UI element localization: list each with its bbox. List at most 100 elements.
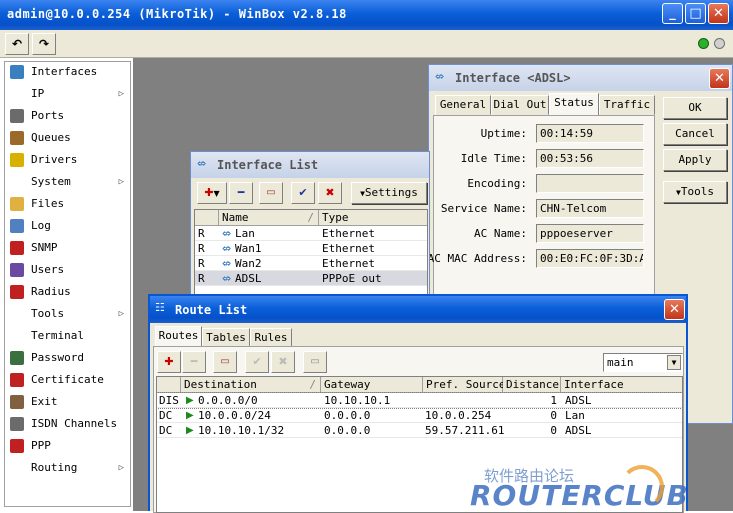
users-icon bbox=[10, 263, 24, 277]
field-label: AC MAC Address: bbox=[427, 252, 527, 265]
apply-button[interactable]: Apply bbox=[663, 149, 727, 171]
routing-table-select[interactable]: main ▼ bbox=[603, 353, 683, 372]
sidebar-item-password[interactable]: Password bbox=[6, 347, 130, 369]
col-header-destination[interactable]: Destination / bbox=[181, 377, 321, 393]
sidebar-item-ip[interactable]: IP ▷ bbox=[6, 83, 130, 105]
tools-dropdown-button[interactable]: ▼Tools bbox=[663, 181, 727, 203]
add-interface-button[interactable]: ✚▼ bbox=[197, 182, 227, 204]
cell-flag: R bbox=[198, 272, 205, 285]
comment-route-button[interactable]: ▭ bbox=[213, 351, 237, 373]
col-header-type[interactable]: Type bbox=[319, 210, 427, 226]
tab-status[interactable]: Status bbox=[549, 93, 599, 115]
interface-list-icon: ⇎ bbox=[197, 157, 207, 170]
enable-route-button[interactable]: ✔ bbox=[245, 351, 269, 373]
snmp-icon bbox=[10, 241, 24, 255]
interface-list-title: Interface List bbox=[217, 158, 319, 172]
sort-icon: / bbox=[309, 378, 316, 391]
disable-route-button[interactable]: ✖ bbox=[271, 351, 295, 373]
sidebar-item-label: PPP bbox=[31, 439, 51, 452]
filter-route-button[interactable]: ▭ bbox=[303, 351, 327, 373]
sidebar-item-files[interactable]: Files bbox=[6, 193, 130, 215]
table-row[interactable]: DC 10.10.10.1/32 0.0.0.0 59.57.211.61 ADSL 0 ▶ bbox=[157, 423, 682, 438]
interface-adsl-icon: ⇎ bbox=[435, 70, 445, 83]
table-row[interactable]: DIS 0.0.0.0/0 10.10.10.1 ADSL 1 ▶ bbox=[157, 392, 682, 409]
field-label: Encoding: bbox=[467, 177, 527, 190]
sidebar-item-snmp[interactable]: SNMP bbox=[6, 237, 130, 259]
field-label: Service Name: bbox=[440, 202, 527, 215]
col-header-name[interactable]: Name / bbox=[219, 210, 319, 226]
cell-flag: DC bbox=[159, 409, 173, 422]
col-header-flag[interactable] bbox=[195, 210, 219, 226]
sidebar-item-interfaces[interactable]: Interfaces bbox=[6, 61, 130, 83]
sidebar-item-terminal[interactable]: Terminal bbox=[6, 325, 130, 347]
field-label: Uptime: bbox=[480, 127, 527, 140]
sidebar-item-label: Files bbox=[31, 197, 65, 210]
interface-adsl-title-bar[interactable]: ⇎ Interface <ADSL> ✕ bbox=[429, 65, 732, 91]
table-row[interactable]: R Wan1 Ethernet ⇎ bbox=[195, 241, 427, 256]
disable-interface-button[interactable]: ✖ bbox=[318, 182, 342, 204]
tab-routes[interactable]: Routes bbox=[155, 326, 202, 348]
sidebar-item-routing[interactable]: Routing ▷ bbox=[6, 457, 130, 479]
cell-flag: DC bbox=[159, 424, 173, 437]
settings-dropdown-button[interactable]: ▼Settings bbox=[351, 182, 427, 204]
table-row[interactable]: R Wan2 Ethernet ⇎ bbox=[195, 256, 427, 271]
route-list-title-bar[interactable]: ☷ Route List ✕ bbox=[150, 296, 686, 323]
interface-icon: ⇎ bbox=[222, 272, 232, 285]
interface-table: Name / Type R Lan Ethernet ⇎ R Wan1 Ethernet ⇎ R W… bbox=[194, 209, 428, 301]
sidebar-item-users[interactable]: Users bbox=[6, 259, 130, 281]
tab-general[interactable]: General bbox=[435, 95, 491, 115]
cell-type: Ethernet bbox=[322, 242, 375, 255]
tab-traffic[interactable]: Traffic bbox=[599, 95, 655, 115]
col-header-gateway[interactable]: Gateway bbox=[321, 377, 423, 393]
main-title-bar[interactable]: admin@10.0.0.254 (MikroTik) - WinBox v2.… bbox=[0, 0, 733, 30]
sidebar-item-queues[interactable]: Queues bbox=[6, 127, 130, 149]
redo-button[interactable]: ↷ bbox=[32, 33, 56, 55]
interface-adsl-close-button[interactable]: ✕ bbox=[709, 68, 730, 89]
sidebar-item-certificate[interactable]: Certificate bbox=[6, 369, 130, 391]
col-header-interface[interactable]: Interface bbox=[561, 377, 682, 393]
sidebar-item-tools[interactable]: Tools ▷ bbox=[6, 303, 130, 325]
undo-button[interactable]: ↶ bbox=[5, 33, 29, 55]
sidebar-item-radius[interactable]: Radius bbox=[6, 281, 130, 303]
sidebar-item-label: ISDN Channels bbox=[31, 417, 118, 430]
route-list-icon: ☷ bbox=[155, 301, 165, 314]
interface-icon: ⇎ bbox=[222, 227, 232, 240]
sidebar-item-drivers[interactable]: Drivers bbox=[6, 149, 130, 171]
cell-gateway: 0.0.0.0 bbox=[324, 424, 371, 437]
interface-list-title-bar[interactable]: ⇎ Interface List bbox=[191, 152, 429, 178]
maximize-button[interactable]: □ bbox=[685, 3, 706, 24]
log-icon bbox=[10, 219, 24, 233]
close-button[interactable]: ✕ bbox=[708, 3, 729, 24]
sidebar-item-exit[interactable]: Exit bbox=[6, 391, 130, 413]
sidebar-item-ports[interactable]: Ports bbox=[6, 105, 130, 127]
ok-button[interactable]: OK bbox=[663, 97, 727, 119]
submenu-arrow-icon: ▷ bbox=[118, 89, 124, 99]
route-list-close-button[interactable]: ✕ bbox=[664, 299, 685, 320]
cancel-button[interactable]: Cancel bbox=[663, 123, 727, 145]
sidebar-item-log[interactable]: Log bbox=[6, 215, 130, 237]
sidebar-item-system[interactable]: System ▷ bbox=[6, 171, 130, 193]
field-value: 00:E0:FC:0F:3D:AE bbox=[536, 249, 644, 268]
minimize-button[interactable]: _ bbox=[662, 3, 683, 24]
col-header-flag[interactable] bbox=[157, 377, 181, 393]
cell-iface: ADSL bbox=[565, 394, 592, 407]
comment-interface-button[interactable]: ▭ bbox=[259, 182, 283, 204]
sidebar-item-label: Password bbox=[31, 351, 84, 364]
sidebar-item-ppp[interactable]: PPP bbox=[6, 435, 130, 457]
sidebar-item-isdn-channels[interactable]: ISDN Channels bbox=[6, 413, 130, 435]
sidebar-item-label: Tools bbox=[31, 307, 65, 320]
add-route-button[interactable]: ✚ bbox=[157, 351, 181, 373]
table-row[interactable]: R ADSL PPPoE out ⇎ bbox=[195, 271, 427, 286]
cell-gateway: 10.10.10.1 bbox=[324, 394, 391, 407]
remove-route-button[interactable]: ━ bbox=[182, 351, 206, 373]
remove-interface-button[interactable]: ━ bbox=[229, 182, 253, 204]
table-row[interactable]: R Lan Ethernet ⇎ bbox=[195, 226, 427, 241]
col-header-pref-source[interactable]: Pref. Source bbox=[423, 377, 505, 393]
table-row[interactable]: DC 10.0.0.0/24 0.0.0.0 10.0.0.254 Lan 0 ▶ bbox=[157, 408, 682, 423]
tab-rules[interactable]: Rules bbox=[250, 328, 292, 348]
enable-interface-button[interactable]: ✔ bbox=[291, 182, 315, 204]
tab-dial-out[interactable]: Dial Out bbox=[491, 95, 549, 115]
col-header-distance[interactable]: Distance bbox=[503, 377, 561, 393]
tab-tables[interactable]: Tables bbox=[202, 328, 250, 348]
disconnected-status-icon bbox=[714, 38, 725, 49]
